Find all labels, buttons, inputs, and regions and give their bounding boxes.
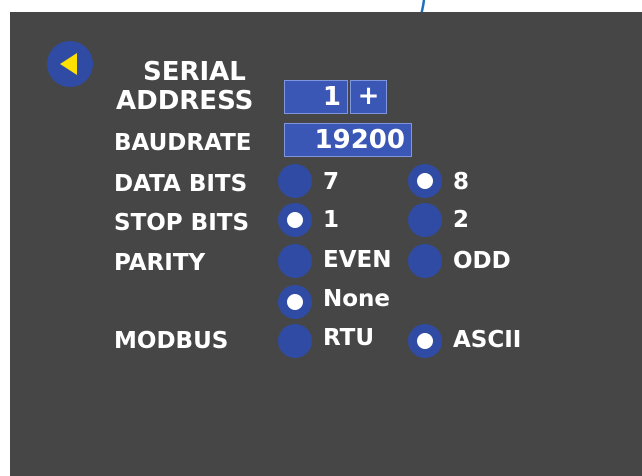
baudrate-value: 19200 xyxy=(314,125,405,155)
parity-none-label: None xyxy=(323,286,391,312)
stop-bits-2-radio[interactable] xyxy=(408,203,442,237)
data-bits-8-radio[interactable] xyxy=(408,164,442,198)
stop-bits-label: STOP BITS xyxy=(114,210,250,236)
modbus-ascii-label: ASCII xyxy=(453,327,522,353)
baudrate-label: BAUDRATE xyxy=(114,130,252,156)
parity-label: PARITY xyxy=(114,250,206,276)
data-bits-7-radio[interactable] xyxy=(278,164,312,198)
selected-dot xyxy=(287,212,303,228)
increment-button[interactable]: + xyxy=(350,80,387,114)
serial-address-label-line1: SERIAL xyxy=(143,57,246,87)
data-bits-label: DATA BITS xyxy=(114,171,248,197)
data-bits-7-label: 7 xyxy=(323,169,340,195)
parity-odd-label: ODD xyxy=(453,248,511,274)
parity-even-radio[interactable] xyxy=(278,244,312,278)
back-button[interactable] xyxy=(47,41,93,87)
parity-even-label: EVEN xyxy=(323,247,392,273)
modbus-label: MODBUS xyxy=(114,328,229,354)
back-arrow-icon xyxy=(60,53,77,75)
stop-bits-1-radio[interactable] xyxy=(278,203,312,237)
selected-dot xyxy=(287,294,303,310)
serial-address-value: 1 xyxy=(322,82,341,112)
stop-bits-1-label: 1 xyxy=(323,207,340,233)
modbus-ascii-radio[interactable] xyxy=(408,324,442,358)
data-bits-8-label: 8 xyxy=(453,169,470,195)
selected-dot xyxy=(417,173,433,189)
selected-dot xyxy=(417,333,433,349)
modbus-rtu-label: RTU xyxy=(323,325,375,351)
serial-address-field[interactable]: 1 xyxy=(284,80,348,114)
stop-bits-2-label: 2 xyxy=(453,207,470,233)
modbus-rtu-radio[interactable] xyxy=(278,324,312,358)
baudrate-field[interactable]: 19200 xyxy=(284,123,412,157)
parity-none-radio[interactable] xyxy=(278,285,312,319)
serial-address-label-line2: ADDRESS xyxy=(116,86,254,116)
parity-odd-radio[interactable] xyxy=(408,244,442,278)
